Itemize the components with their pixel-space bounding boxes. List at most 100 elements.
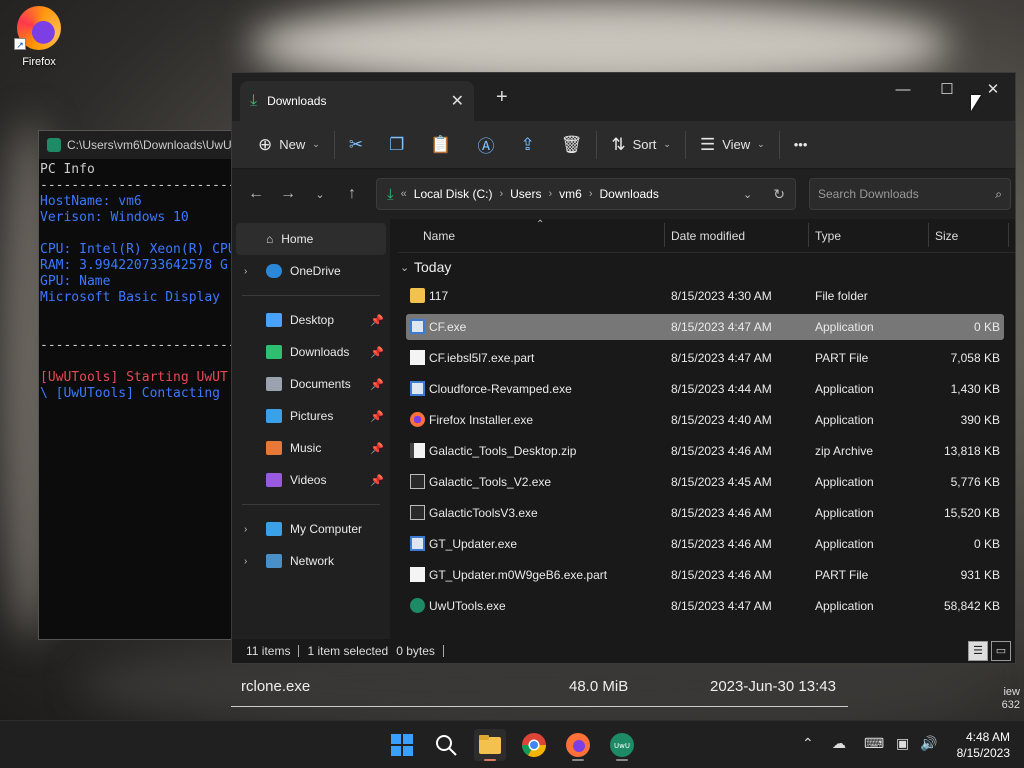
details-view-button[interactable]: ☰ <box>968 641 988 661</box>
chevron-right-icon[interactable]: › <box>244 556 247 567</box>
file-row[interactable]: 117 8/15/2023 4:30 AM File folder <box>406 283 1004 309</box>
file-row[interactable]: Firefox Installer.exe 8/15/2023 4:40 AM Ap… <box>406 407 1004 433</box>
file-row[interactable]: GalacticToolsV3.exe 8/15/2023 4:46 AM Appl… <box>406 500 1004 526</box>
recent-locations-button[interactable]: ⌄ <box>304 188 336 201</box>
show-hidden-icons-button[interactable]: ⌃ <box>802 735 814 752</box>
address-bar[interactable]: ⤓ « Local Disk (C:) › Users › vm6 › Down… <box>376 178 796 210</box>
new-tab-button[interactable]: + <box>496 86 508 109</box>
file-row[interactable]: Galactic_Tools_Desktop.zip 8/15/2023 4:46… <box>406 438 1004 464</box>
file-type: zip Archive <box>815 444 874 458</box>
network-tray-icon[interactable]: ▣ <box>896 735 909 752</box>
chevron-right-icon[interactable]: › <box>244 524 247 535</box>
up-button[interactable]: ↑ <box>336 185 368 203</box>
folder-icon <box>479 735 501 761</box>
file-row[interactable]: GT_Updater.exe 8/15/2023 4:46 AM Applicati… <box>406 531 1004 557</box>
view-button[interactable]: ☰ View ⌄ <box>692 129 773 161</box>
file-date: 8/15/2023 4:45 AM <box>671 475 772 489</box>
explorer-titlebar[interactable]: ⤓ Downloads ✕ + — ☐ ✕ <box>232 73 1015 121</box>
start-button[interactable] <box>386 729 418 761</box>
column-size[interactable]: Size <box>935 229 958 243</box>
more-options-button[interactable]: ••• <box>786 129 816 161</box>
clock[interactable]: 4:48 AM 8/15/2023 <box>957 729 1010 761</box>
overflow-chevron-icon[interactable]: « <box>401 188 407 200</box>
file-size: 5,776 KB <box>950 475 1000 489</box>
sort-button[interactable]: ⇅ Sort ⌄ <box>603 129 679 161</box>
file-name: GalacticToolsV3.exe <box>429 506 538 520</box>
column-divider[interactable] <box>1008 223 1009 247</box>
sidebar-item-onedrive[interactable]: › OneDrive <box>232 255 390 287</box>
back-button[interactable]: ← <box>240 185 272 203</box>
file-size: 0 KB <box>973 537 1000 551</box>
file-explorer-taskbar-button[interactable] <box>474 729 506 761</box>
copy-button[interactable]: ❐ <box>381 129 412 161</box>
breadcrumb-users[interactable]: Users <box>510 187 541 201</box>
chevron-right-icon[interactable]: › <box>244 266 247 277</box>
delete-button[interactable]: 🗑 <box>553 129 591 161</box>
file-row[interactable]: UwUTools.exe 8/15/2023 4:47 AM Application… <box>406 593 1004 619</box>
sidebar-item-pictures[interactable]: Pictures 📌 <box>232 400 390 432</box>
tiles-view-button[interactable]: ▭ <box>991 641 1011 661</box>
column-date-modified[interactable]: Date modified <box>671 229 745 243</box>
column-divider[interactable] <box>928 223 929 247</box>
new-button[interactable]: ⊕ New ⌄ <box>250 129 328 161</box>
onedrive-tray-icon[interactable]: ☁ <box>832 735 846 752</box>
sidebar-item-music[interactable]: Music 📌 <box>232 432 390 464</box>
file-row[interactable]: CF.iebsl5l7.exe.part 8/15/2023 4:47 AM PAR… <box>406 345 1004 371</box>
maximize-button[interactable]: ☐ <box>924 77 970 105</box>
uwutools-taskbar-button[interactable]: UwU <box>606 729 638 761</box>
background-file-name: rclone.exe <box>241 678 311 695</box>
terminal-titlebar[interactable]: C:\Users\vm6\Downloads\UwU <box>39 131 237 159</box>
sidebar-item-home[interactable]: ⌂ Home <box>236 223 386 255</box>
column-divider[interactable] <box>808 223 809 247</box>
desktop-firefox-shortcut[interactable]: ↗ Firefox <box>10 6 68 68</box>
download-icon: ⤓ <box>250 92 258 109</box>
column-name[interactable]: Name <box>423 229 455 243</box>
sidebar-item-videos[interactable]: Videos 📌 <box>232 464 390 496</box>
column-divider[interactable] <box>664 223 665 247</box>
file-row[interactable]: CF.exe 8/15/2023 4:47 AM Application 0 KB <box>406 314 1004 340</box>
sidebar-item-network[interactable]: › Network <box>232 545 390 577</box>
refresh-icon[interactable]: ↻ <box>773 186 785 203</box>
breadcrumb-vm6[interactable]: vm6 <box>559 187 582 201</box>
address-dropdown-icon[interactable]: ⌄ <box>743 188 752 201</box>
file-row[interactable]: GT_Updater.m0W9geB6.exe.part 8/15/2023 4:… <box>406 562 1004 588</box>
column-type[interactable]: Type <box>815 229 841 243</box>
sidebar-item-documents[interactable]: Documents 📌 <box>232 368 390 400</box>
tab-downloads[interactable]: ⤓ Downloads ✕ <box>240 81 474 121</box>
cut-button[interactable]: ✂ <box>341 129 371 161</box>
windows-icon <box>391 734 413 756</box>
item-count: 11 items <box>246 644 291 658</box>
terminal-line: ------------------------------ <box>40 338 237 353</box>
breadcrumb-downloads[interactable]: Downloads <box>599 187 658 201</box>
sidebar-item-desktop[interactable]: Desktop 📌 <box>232 304 390 336</box>
file-list: Name ⌃ Date modified Type Size ⌄ Today 1… <box>398 219 1015 639</box>
status-divider <box>298 645 300 657</box>
file-row[interactable]: Cloudforce-Revamped.exe 8/15/2023 4:44 AM… <box>406 376 1004 402</box>
application-icon <box>410 536 425 551</box>
file-type: Application <box>815 475 874 489</box>
search-input[interactable]: Search Downloads ⌕ <box>809 178 1011 210</box>
firefox-taskbar-button[interactable] <box>562 729 594 761</box>
minimize-button[interactable]: — <box>880 77 926 105</box>
paste-button[interactable]: 📋 <box>422 129 459 161</box>
file-explorer-window[interactable]: ⤓ Downloads ✕ + — ☐ ✕ ⊕ New ⌄ ✂ ❐ 📋 Ⓐ ⇪ … <box>231 72 1016 664</box>
search-button[interactable] <box>430 729 462 761</box>
group-header-today[interactable]: ⌄ Today <box>398 253 1015 283</box>
file-size: 0 KB <box>973 320 1000 334</box>
desktop-folder-icon <box>266 313 282 327</box>
keyboard-icon[interactable]: ⌨ <box>864 735 884 752</box>
file-row[interactable]: Galactic_Tools_V2.exe 8/15/2023 4:45 AM Ap… <box>406 469 1004 495</box>
share-button[interactable]: ⇪ <box>512 129 542 161</box>
volume-icon[interactable]: 🔊 <box>920 735 937 752</box>
chrome-taskbar-button[interactable] <box>518 729 550 761</box>
breadcrumb-local-disk[interactable]: Local Disk (C:) <box>414 187 493 201</box>
terminal-window[interactable]: C:\Users\vm6\Downloads\UwU PC Info ------… <box>38 130 238 640</box>
sidebar-item-downloads[interactable]: Downloads 📌 <box>232 336 390 368</box>
background-side-text: iew 632 <box>1002 686 1020 712</box>
close-tab-icon[interactable]: ✕ <box>451 91 464 111</box>
rename-button[interactable]: Ⓐ <box>469 129 502 161</box>
forward-button[interactable]: → <box>272 185 304 203</box>
sidebar-item-my-computer[interactable]: › My Computer <box>232 513 390 545</box>
